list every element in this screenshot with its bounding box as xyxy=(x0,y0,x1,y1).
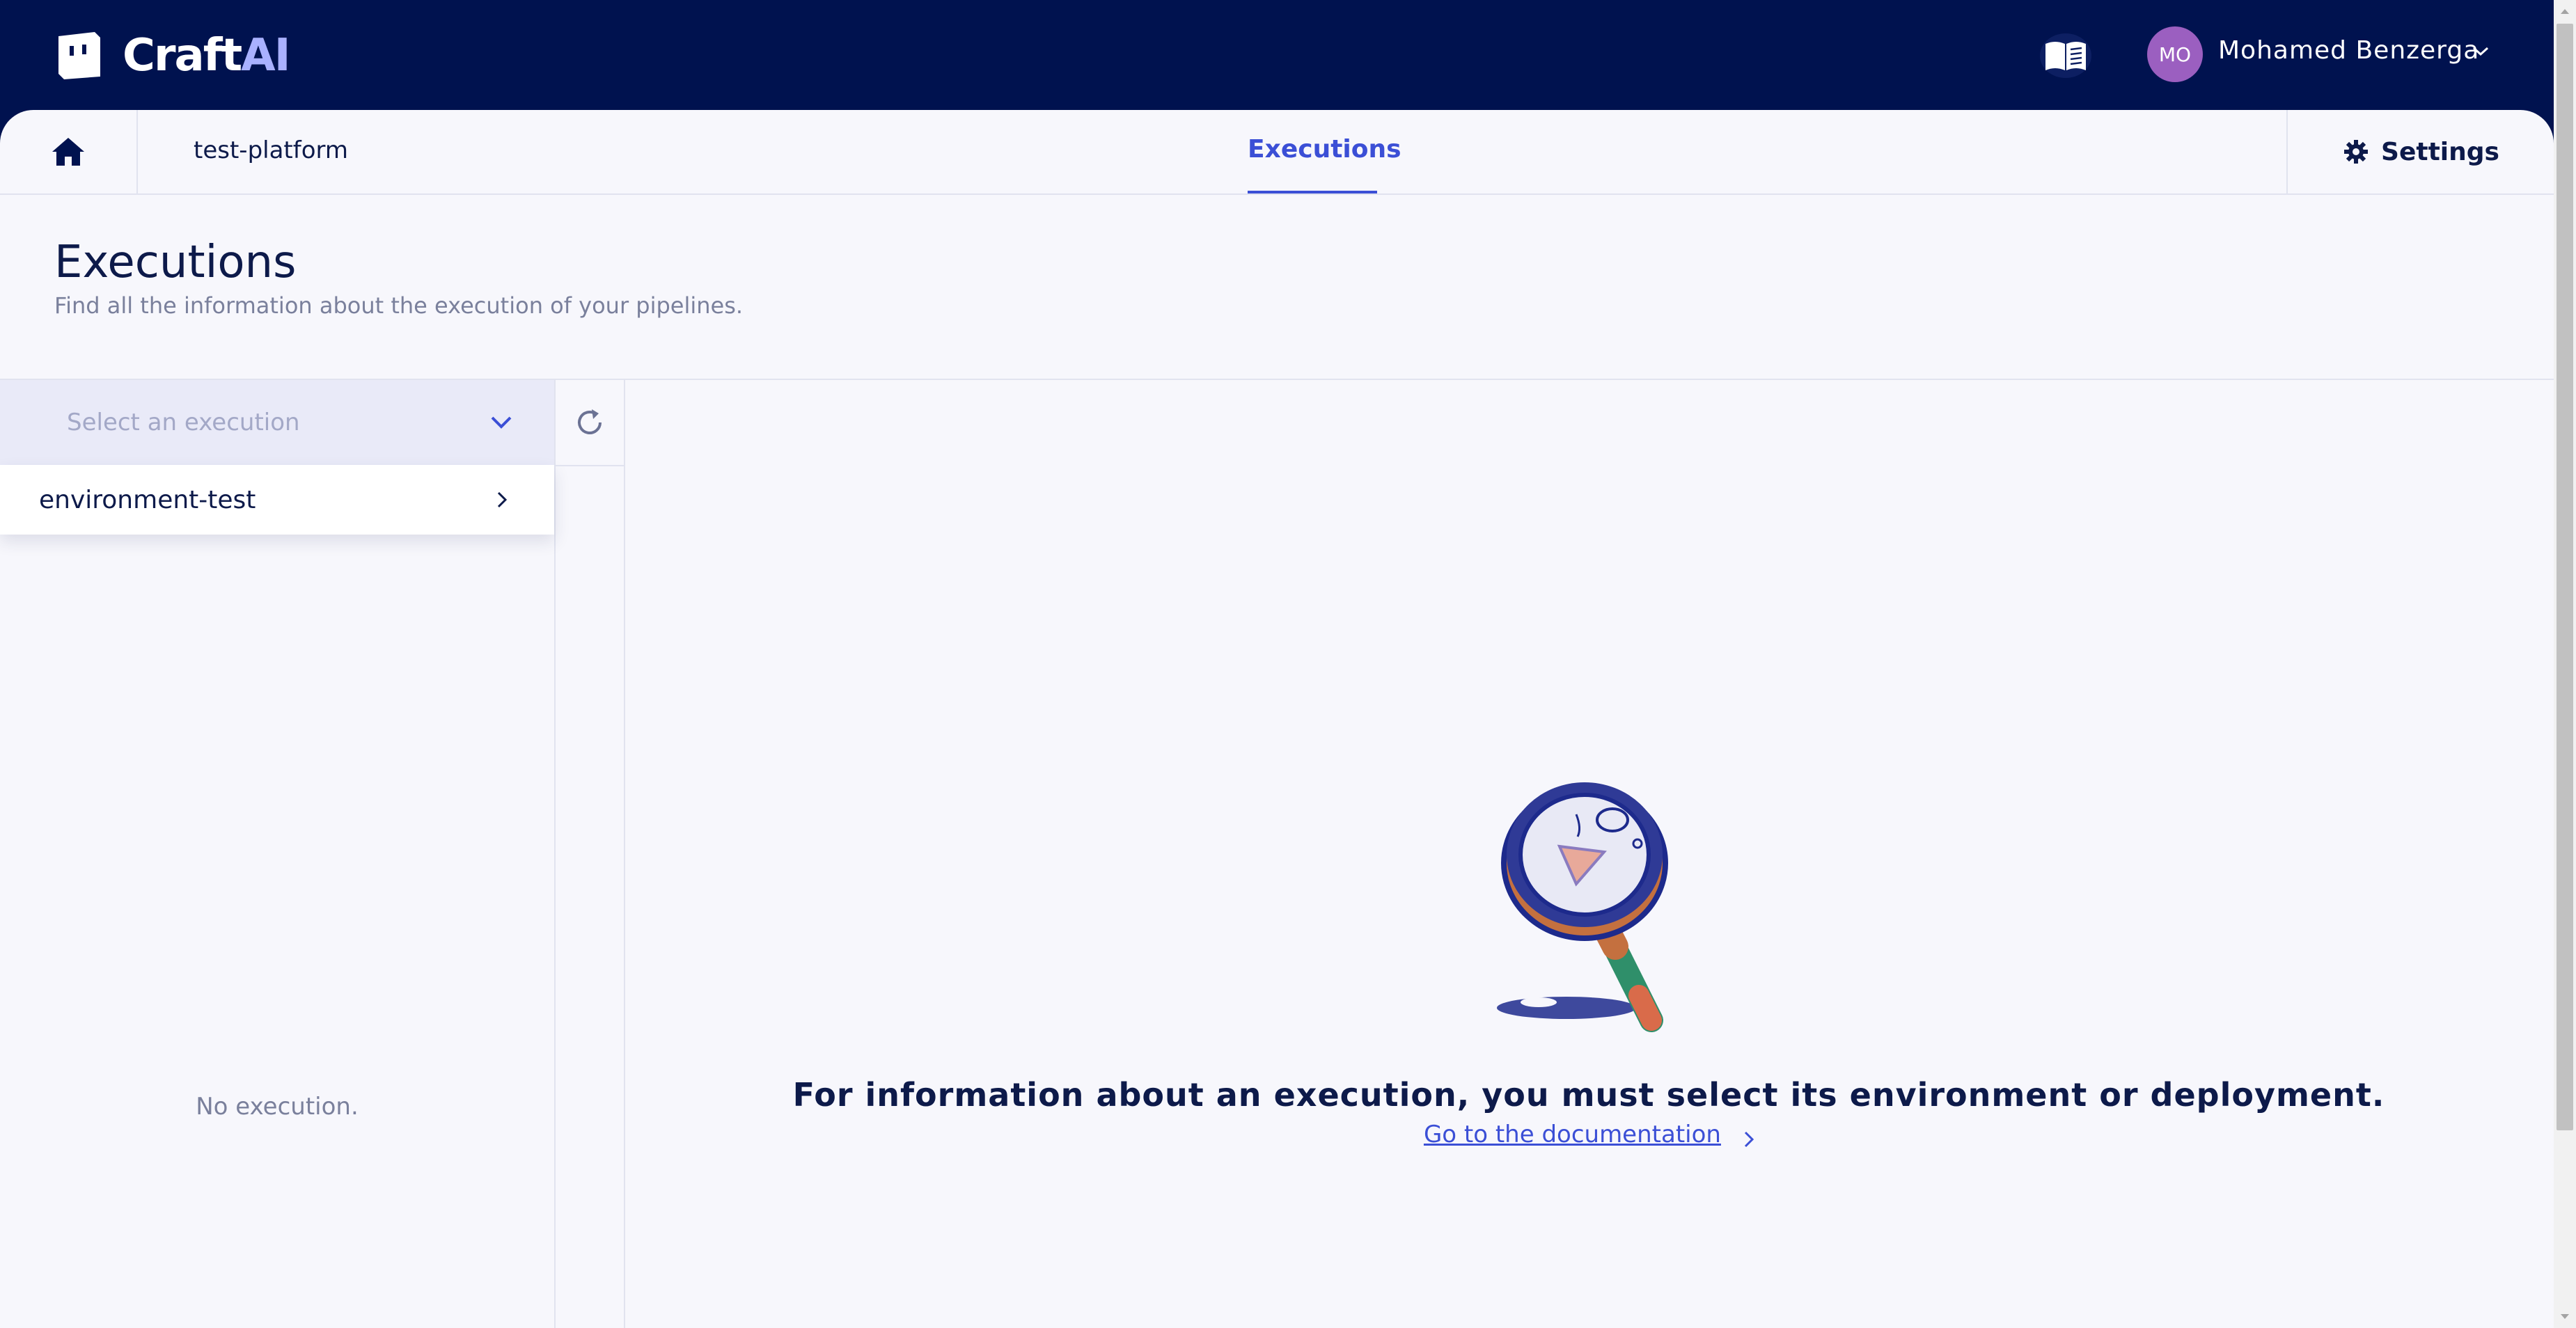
execution-select-placeholder: Select an execution xyxy=(67,409,300,436)
home-button[interactable] xyxy=(0,110,138,193)
magnifying-glass-illustration xyxy=(1497,782,1668,1032)
page-subtitle: Find all the information about the execu… xyxy=(54,292,744,319)
page-scrollbar[interactable] xyxy=(2554,0,2576,1328)
refresh-icon xyxy=(578,409,602,434)
empty-state-message: For information about an execution, you … xyxy=(792,1076,2385,1114)
project-name[interactable]: test-platform xyxy=(194,136,348,164)
chevron-right-icon[interactable] xyxy=(1744,1131,1754,1148)
chevron-down-icon xyxy=(491,416,512,429)
chevron-down-icon[interactable] xyxy=(2472,46,2490,57)
go-to-documentation-link[interactable]: Go to the documentation xyxy=(1424,1121,1721,1148)
scroll-up-arrow-icon[interactable] xyxy=(2554,0,2576,22)
book-open-icon xyxy=(2045,42,2086,70)
gear-icon xyxy=(2344,140,2369,164)
execution-list-panel: Select an execution environment-test No … xyxy=(0,380,556,1328)
user-name[interactable]: Mohamed Benzerga xyxy=(2218,36,2479,65)
chevron-right-icon xyxy=(497,491,507,508)
dropdown-item-environment-test[interactable]: environment-test xyxy=(0,465,554,535)
logo-mark-icon xyxy=(58,32,100,79)
craft-ai-logo[interactable]: CraftAI xyxy=(54,28,291,84)
home-icon xyxy=(52,138,84,166)
page-title: Executions xyxy=(54,237,297,288)
brand-name: CraftAI xyxy=(123,30,291,81)
user-avatar[interactable]: MO xyxy=(2147,26,2203,82)
refresh-column xyxy=(556,380,625,1328)
execution-select[interactable]: Select an execution xyxy=(0,380,554,465)
active-tab-indicator xyxy=(1248,191,1377,193)
project-navbar: test-platform Executions Settings xyxy=(0,110,2554,195)
main-content: test-platform Executions Settings Execut… xyxy=(0,110,2554,1328)
scroll-down-arrow-icon[interactable] xyxy=(2554,1306,2576,1328)
dropdown-item-label: environment-test xyxy=(39,485,256,514)
documentation-link-row: Go to the documentation xyxy=(624,1121,2554,1148)
top-bar: CraftAI MO Mohamed Benzerga xyxy=(0,0,2554,111)
settings-button[interactable]: Settings xyxy=(2286,110,2554,193)
refresh-button[interactable] xyxy=(556,380,624,466)
documentation-button[interactable] xyxy=(2040,33,2091,78)
scrollbar-thumb[interactable] xyxy=(2557,24,2573,1130)
no-execution-text: No execution. xyxy=(196,1093,359,1121)
tab-executions[interactable]: Executions xyxy=(1248,135,1401,164)
settings-label: Settings xyxy=(2381,137,2499,166)
